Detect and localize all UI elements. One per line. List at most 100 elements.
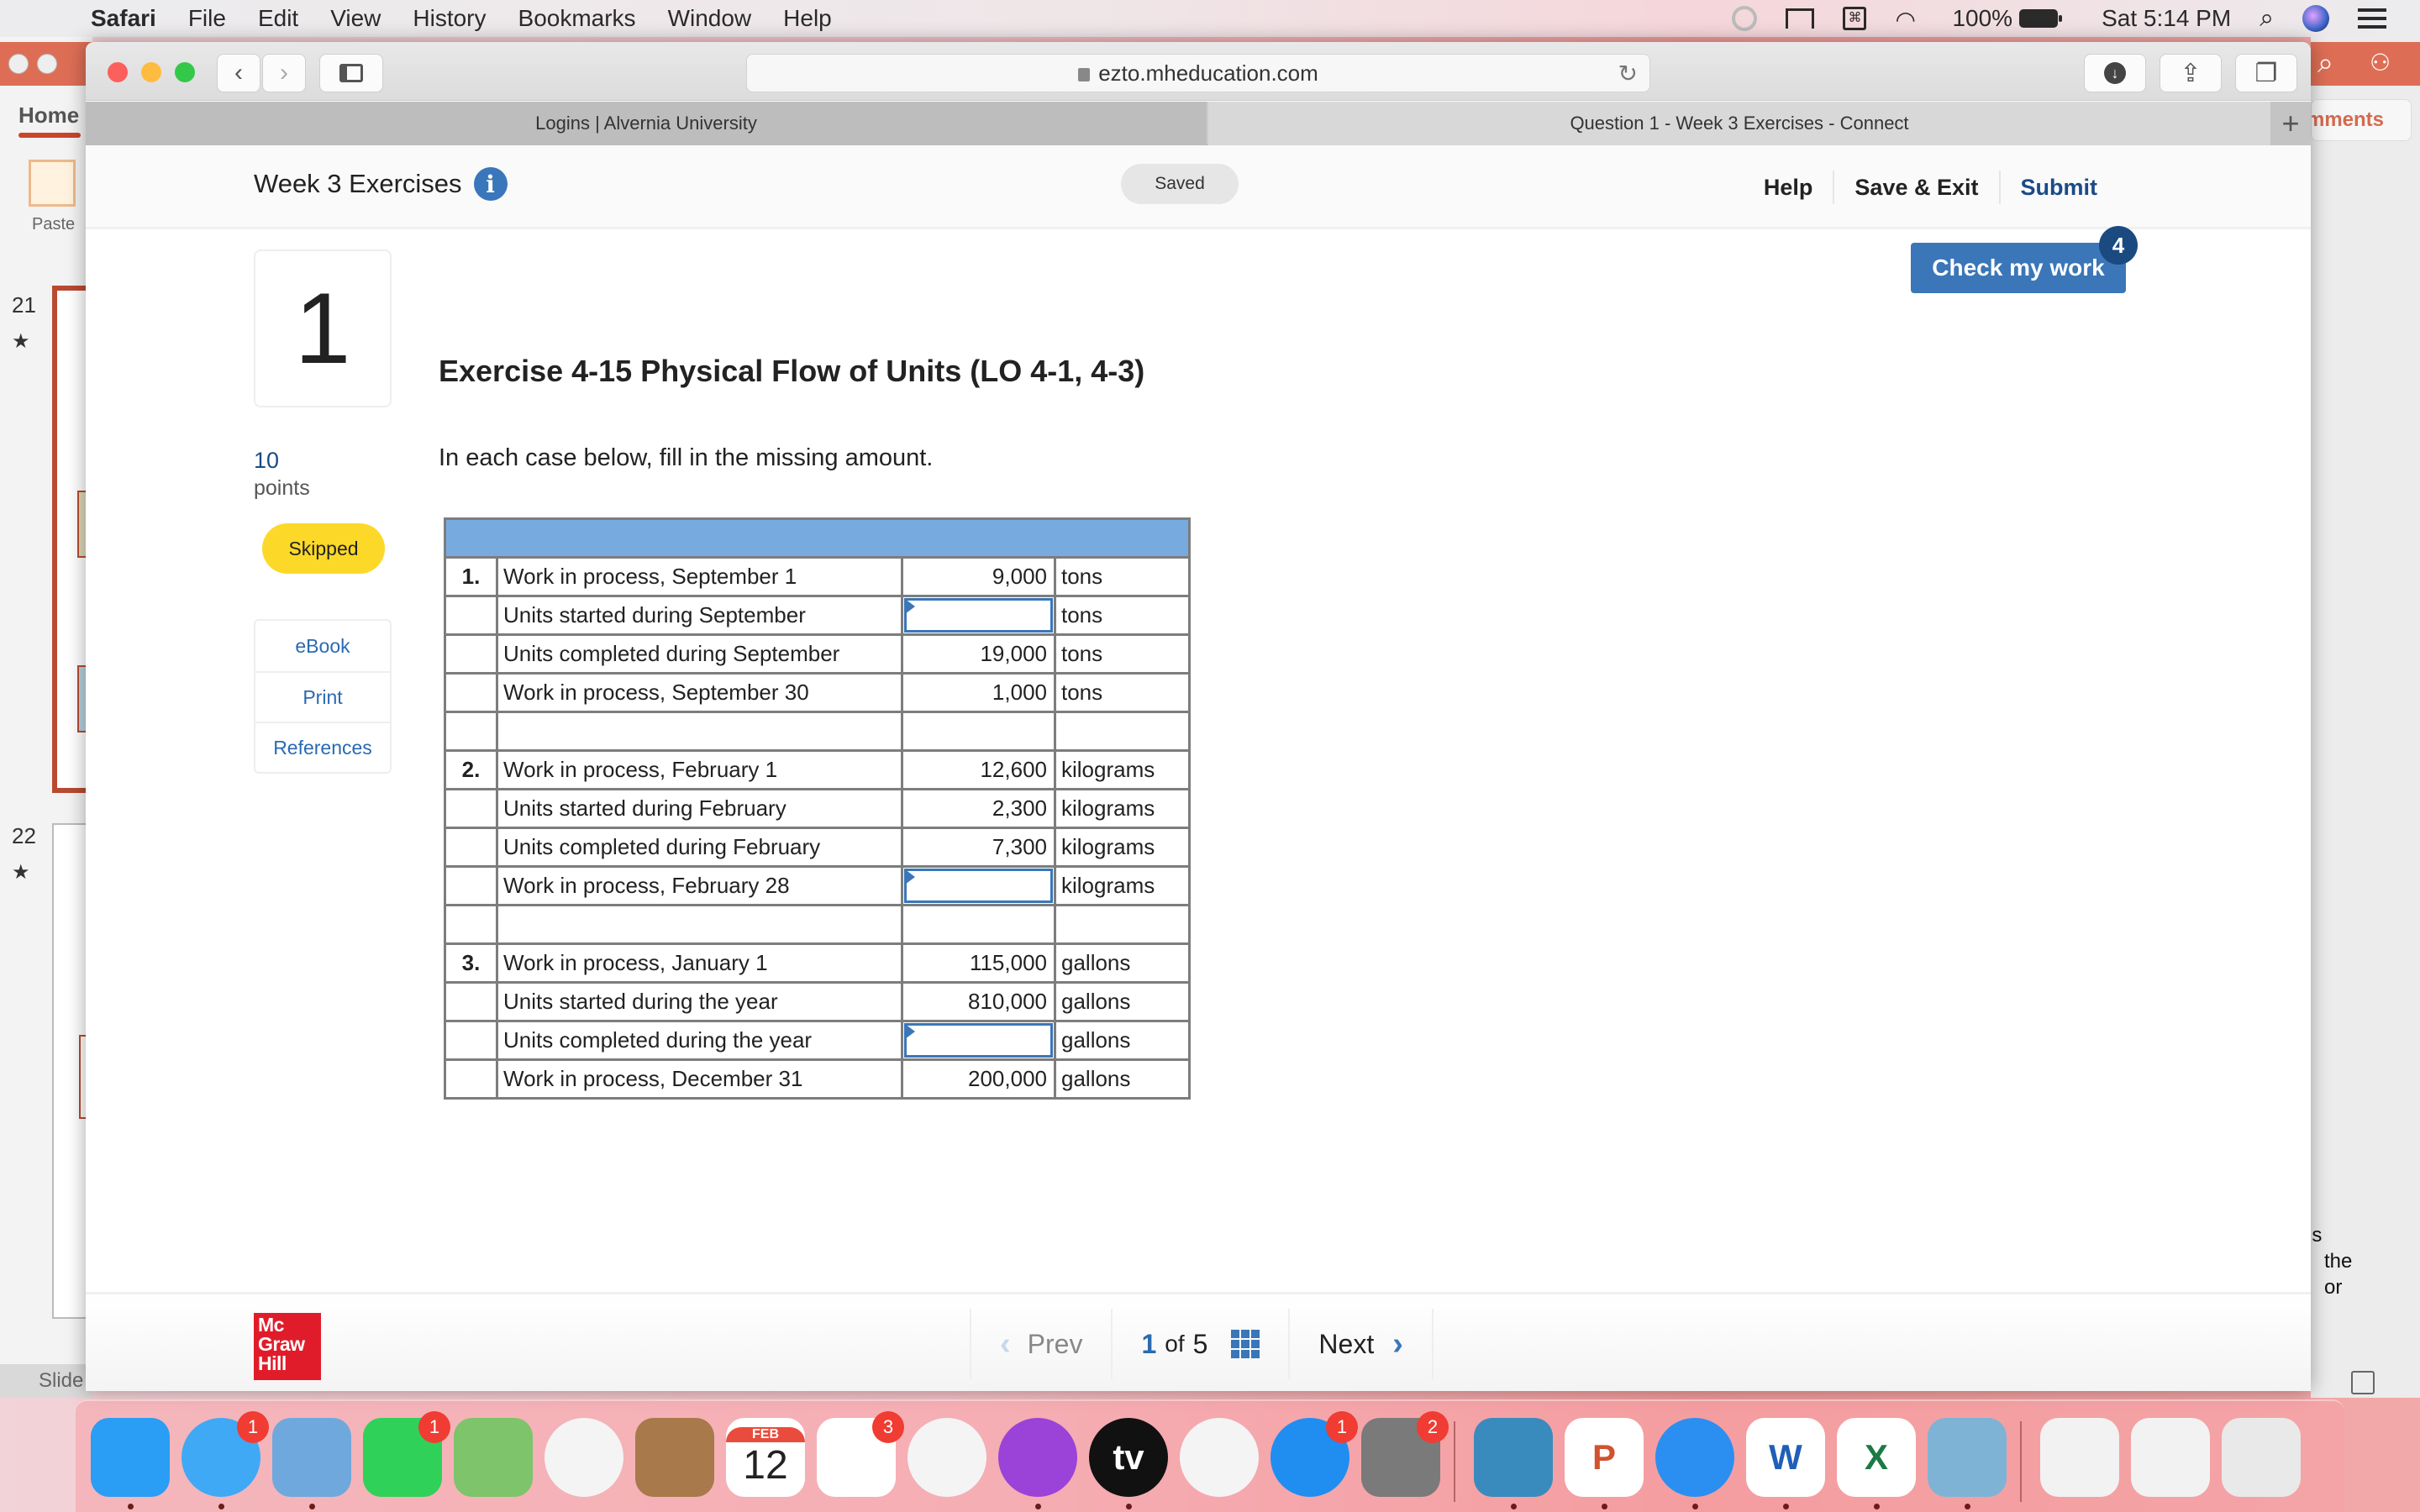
unit-cell: gallons <box>1054 942 1191 984</box>
dock-app-system-preferences[interactable]: 2 <box>1361 1411 1449 1497</box>
downloads-button[interactable]: ↓ <box>2084 54 2146 92</box>
tab-logins[interactable]: Logins | Alvernia University <box>86 102 1207 145</box>
dock-app-trash[interactable] <box>2222 1418 2301 1497</box>
check-my-work-button[interactable]: Check my work <box>1911 243 2126 293</box>
dock-app-maps[interactable] <box>454 1418 533 1497</box>
share-icon: ⇪ <box>2180 59 2202 87</box>
comments-label: Comments <box>2312 108 2385 131</box>
print-link[interactable]: Print <box>255 671 390 722</box>
dock-app-tv[interactable]: tv <box>1089 1418 1168 1497</box>
spotlight-search-icon[interactable]: ⌕ <box>2260 4 2274 33</box>
answer-input[interactable] <box>904 598 1053 633</box>
dock-separator <box>2020 1421 2022 1502</box>
question-grid-icon[interactable] <box>1231 1330 1260 1358</box>
share-button[interactable]: ⇪ <box>2160 54 2222 92</box>
reload-icon[interactable]: ↻ <box>1618 60 1638 87</box>
app-icon-finder-icon <box>91 1418 170 1497</box>
dock-app-facetime[interactable]: 1 <box>363 1411 450 1497</box>
prev-button[interactable]: ‹ Prev <box>970 1309 1111 1379</box>
window-close-button[interactable] <box>8 54 29 74</box>
slide-number: 22 <box>12 823 36 848</box>
battery-icon[interactable] <box>2019 9 2063 28</box>
menu-history[interactable]: History <box>413 5 486 32</box>
dock-app-app-store[interactable]: 1 <box>1270 1411 1358 1497</box>
menu-view[interactable]: View <box>330 5 381 32</box>
submit-link[interactable]: Submit <box>1998 171 2118 204</box>
info-icon[interactable]: i <box>473 167 508 201</box>
answer-input[interactable] <box>904 1023 1053 1058</box>
paste-icon[interactable] <box>29 160 76 207</box>
window-minimize-button[interactable] <box>37 54 57 74</box>
case-number-cell <box>444 633 498 675</box>
dock-app-word[interactable]: W <box>1746 1418 1825 1497</box>
dock-app-contacts[interactable] <box>635 1418 714 1497</box>
description-cell: Units started during February <box>496 788 903 829</box>
tab-overview-button[interactable]: ❐ <box>2235 54 2297 92</box>
app-icon-word-icon: W <box>1769 1437 1802 1477</box>
slide-animation-star-icon: ★ <box>12 330 30 353</box>
dock-app-music[interactable] <box>908 1418 986 1497</box>
unit-cell <box>1054 711 1191 752</box>
amount-cell: 19,000 <box>901 633 1056 675</box>
menu-window[interactable]: Window <box>668 5 752 32</box>
back-button[interactable]: ‹ <box>217 54 260 92</box>
dock-app-podcasts[interactable] <box>998 1418 1077 1497</box>
app-icon-photos-icon <box>544 1418 623 1497</box>
dock-app-calendar[interactable]: FEB 12 <box>726 1418 805 1497</box>
ribbon-tab-home[interactable]: Home <box>18 102 79 129</box>
next-button[interactable]: Next › <box>1288 1309 1434 1379</box>
tab-question[interactable]: Question 1 - Week 3 Exercises - Connect <box>1208 102 2270 145</box>
minimize-window-button[interactable] <box>141 62 161 82</box>
dock-app-powerpoint[interactable]: P <box>1565 1418 1644 1497</box>
search-icon[interactable]: ⌕ <box>2317 47 2333 80</box>
save-exit-link[interactable]: Save & Exit <box>1833 171 1998 204</box>
amount-cell: 115,000 <box>901 942 1056 984</box>
menu-file[interactable]: File <box>188 5 226 32</box>
answer-input[interactable] <box>904 869 1053 903</box>
dock-app-recent-window-1[interactable] <box>2040 1418 2119 1497</box>
dock-app-messages[interactable]: 1 <box>182 1411 269 1497</box>
dock-app-mail[interactable] <box>272 1418 351 1497</box>
keyboard-shortcut-icon[interactable]: ⌘ <box>1843 7 1867 30</box>
siri-icon[interactable] <box>2302 5 2329 32</box>
menu-edit[interactable]: Edit <box>258 5 298 32</box>
case-number-cell <box>444 1020 498 1061</box>
dock-app-excel[interactable]: X <box>1837 1418 1916 1497</box>
dock-app-kindle[interactable] <box>1474 1418 1553 1497</box>
running-indicator <box>1692 1504 1698 1509</box>
dock-app-recent-window-2[interactable] <box>2131 1418 2210 1497</box>
ebook-link[interactable]: eBook <box>255 621 390 671</box>
dock-app-finder[interactable] <box>91 1418 170 1497</box>
page-indicator[interactable]: 1 of 5 <box>1111 1309 1288 1379</box>
case-number-cell <box>444 672 498 713</box>
dock-app-news[interactable] <box>1180 1418 1259 1497</box>
dock-app-safari[interactable] <box>1655 1418 1734 1497</box>
table-row: Work in process, February 28 kilograms <box>444 865 1191 906</box>
sidebar-toggle-button[interactable] <box>319 54 383 92</box>
help-link[interactable]: Help <box>1744 171 1833 204</box>
table-row: Units started during February 2,300 kilogr… <box>444 788 1191 829</box>
notification-center-icon[interactable] <box>2358 8 2386 29</box>
close-window-button[interactable] <box>108 62 128 82</box>
zoom-window-button[interactable] <box>175 62 195 82</box>
address-bar[interactable]: ezto.mheducation.com ↻ <box>746 54 1650 92</box>
app-icon-podcasts-icon <box>998 1418 1077 1497</box>
dock-app-reminders[interactable]: 3 <box>817 1411 904 1497</box>
menu-bookmarks[interactable]: Bookmarks <box>518 5 636 32</box>
forward-button[interactable]: › <box>262 54 306 92</box>
menu-help[interactable]: Help <box>783 5 832 32</box>
sync-icon[interactable] <box>1732 6 1758 31</box>
menu-app-name[interactable]: Safari <box>91 5 156 32</box>
airplay-icon[interactable] <box>1786 8 1815 29</box>
dock-app-photos[interactable] <box>544 1418 623 1497</box>
dock-app-preview[interactable] <box>1928 1418 2007 1497</box>
new-tab-button[interactable]: + <box>2270 102 2311 145</box>
references-link[interactable]: References <box>255 722 390 772</box>
total-pages: 5 <box>1192 1328 1208 1359</box>
clock[interactable]: Sat 5:14 PM <box>2102 5 2231 32</box>
share-people-icon[interactable]: ⚇ <box>2370 49 2391 76</box>
wifi-icon[interactable]: ◠ <box>1895 6 1923 33</box>
fit-to-window-icon[interactable] <box>2351 1371 2375 1394</box>
amount-cell: 9,000 <box>901 556 1056 597</box>
comments-button[interactable]: Comments <box>2311 99 2412 141</box>
